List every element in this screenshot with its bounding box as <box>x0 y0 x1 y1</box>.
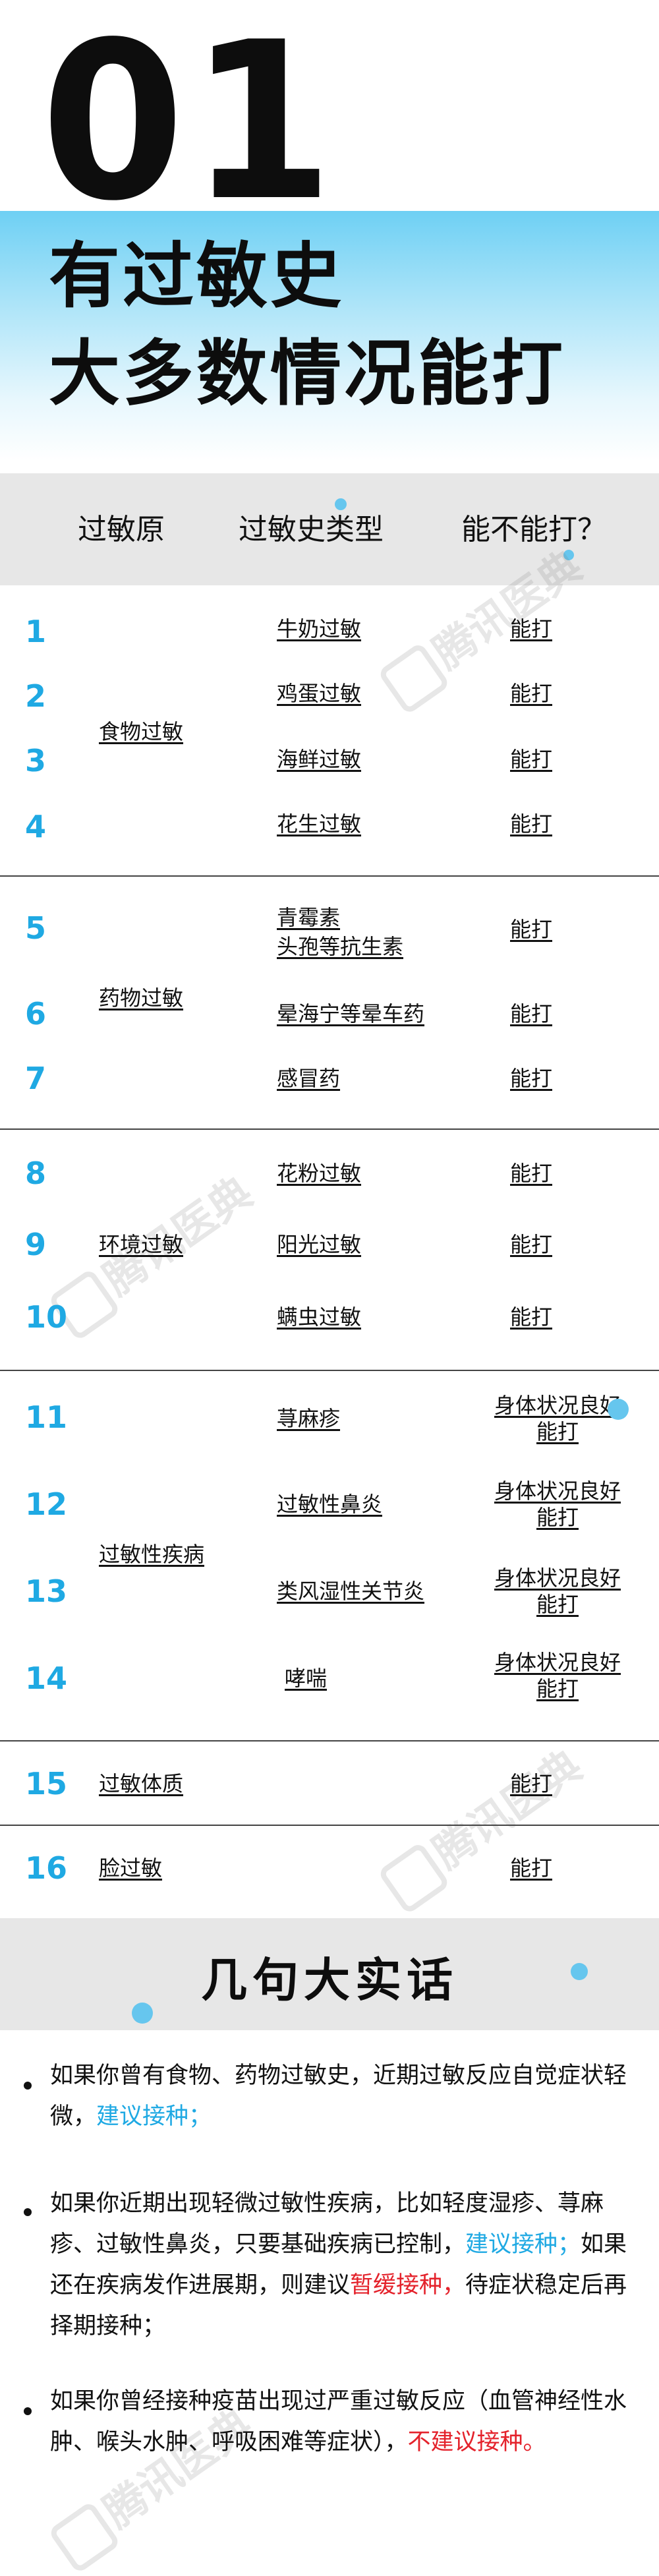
title-line-2: 大多数情况能打 <box>49 333 566 415</box>
allergy-type: 海鲜过敏 <box>277 747 362 772</box>
allergen-category: 过敏性疾病 <box>99 1542 205 1567</box>
vaccine-result: 能打 <box>510 681 553 706</box>
allergy-type: 荨麻疹 <box>277 1406 341 1431</box>
row-number: 15 <box>25 1766 68 1801</box>
vaccine-result: 能打 <box>510 1856 553 1881</box>
decor-dot <box>608 1399 629 1420</box>
row-number: 13 <box>25 1573 68 1609</box>
row-number: 9 <box>25 1227 47 1262</box>
bullet-icon <box>24 2407 32 2415</box>
hero-header: 01 有过敏史 大多数情况能打 <box>0 0 659 461</box>
vaccine-result: 身体状况良好 能打 <box>494 1650 621 1701</box>
allergy-type: 牛奶过敏 <box>277 616 362 641</box>
group-divider <box>0 1128 659 1130</box>
vaccine-result: 能打 <box>510 616 553 641</box>
allergen-category: 药物过敏 <box>99 985 184 1010</box>
header-allergen: 过敏原 <box>78 513 165 546</box>
row-number: 4 <box>25 809 47 844</box>
truth-title: 几句大实话 <box>201 1953 458 2007</box>
header-type: 过敏史类型 <box>239 513 384 546</box>
title-line-1: 有过敏史 <box>49 235 345 318</box>
group-divider <box>0 1825 659 1826</box>
vaccine-result: 能打 <box>510 1304 553 1330</box>
row-number: 1 <box>25 614 47 649</box>
allergy-type: 类风湿性关节炎 <box>277 1579 425 1604</box>
vaccine-result: 能打 <box>510 1232 553 1257</box>
vaccine-result: 能打 <box>510 1001 553 1026</box>
advice-paragraph-3: 如果你曾经接种疫苗出现过严重过敏反应（血管神经性水肿、喉头水肿、呼吸困难等症状）… <box>50 2388 627 2455</box>
row-number: 14 <box>25 1660 68 1696</box>
vaccine-result: 能打 <box>510 1771 553 1796</box>
allergy-type: 感冒药 <box>277 1066 341 1091</box>
row-number: 3 <box>25 743 47 778</box>
group-divider <box>0 1370 659 1371</box>
row-number: 8 <box>25 1156 47 1191</box>
row-number: 10 <box>25 1299 68 1335</box>
vaccine-result: 能打 <box>510 811 553 836</box>
bullet-icon <box>24 2082 32 2090</box>
header-result: 能不能打？ <box>461 513 606 546</box>
vaccine-result: 能打 <box>510 1066 553 1091</box>
row-number: 12 <box>25 1486 68 1522</box>
allergy-type: 鸡蛋过敏 <box>277 681 362 706</box>
allergy-type: 螨虫过敏 <box>277 1304 362 1330</box>
allergy-type: 青霉素 头孢等抗生素 <box>277 905 404 959</box>
allergen-category: 食物过敏 <box>99 719 184 744</box>
allergy-type: 阳光过敏 <box>277 1232 362 1257</box>
decor-dot <box>571 1963 588 1980</box>
row-number: 7 <box>25 1061 47 1096</box>
row-number: 2 <box>25 678 47 714</box>
decor-dot <box>335 498 347 510</box>
allergen-category: 过敏体质 <box>99 1771 184 1796</box>
decor-dot <box>132 2003 153 2024</box>
row-number: 11 <box>25 1399 68 1435</box>
allergy-type: 花粉过敏 <box>277 1161 362 1186</box>
group-divider <box>0 875 659 877</box>
row-number: 5 <box>25 910 47 946</box>
vaccine-result: 能打 <box>510 747 553 772</box>
vaccine-result: 身体状况良好 能打 <box>494 1566 621 1617</box>
vaccine-result: 能打 <box>510 1161 553 1186</box>
row-number: 6 <box>25 996 47 1032</box>
allergen-category: 环境过敏 <box>99 1232 184 1257</box>
section-number: 01 <box>41 0 339 249</box>
vaccine-result: 身体状况良好 能打 <box>494 1478 621 1530</box>
allergy-type: 晕海宁等晕车药 <box>277 1001 425 1026</box>
advice-paragraph-1: 如果你曾有食物、药物过敏史，近期过敏反应自觉症状轻微，建议接种； <box>50 2063 627 2130</box>
bullet-icon <box>24 2208 32 2216</box>
allergy-type: 哮喘 <box>285 1666 328 1691</box>
allergy-type: 过敏性鼻炎 <box>277 1492 383 1517</box>
allergy-type: 花生过敏 <box>277 811 362 836</box>
group-divider <box>0 1740 659 1742</box>
allergen-category: 脸过敏 <box>99 1856 163 1881</box>
advice-paragraph-2: 如果你近期出现轻微过敏性疾病，比如轻度湿疹、荨麻疹、过敏性鼻炎，只要基础疾病已控… <box>50 2190 627 2339</box>
vaccine-result: 能打 <box>510 917 553 942</box>
row-number: 16 <box>25 1850 68 1886</box>
